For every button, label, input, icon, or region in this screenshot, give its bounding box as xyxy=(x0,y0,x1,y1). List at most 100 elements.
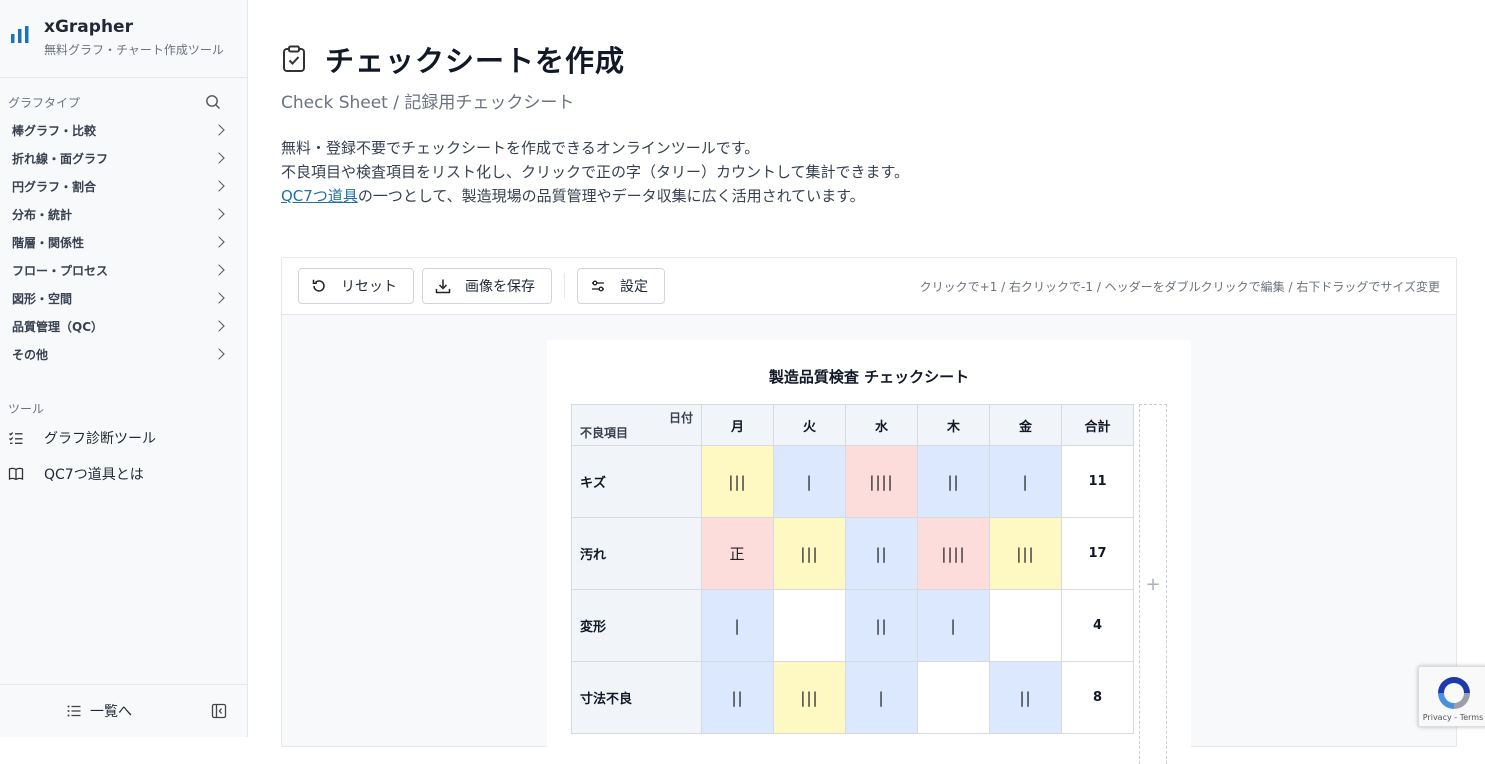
qc7-tools-link[interactable]: QC7つ道具 xyxy=(281,187,358,205)
recaptcha-icon xyxy=(1438,677,1470,709)
total-header: 合計 xyxy=(1061,404,1134,446)
add-column-button[interactable]: + xyxy=(1139,404,1167,764)
toolbar: リセット 画像を保存 設定 クリックで+1 / 右クリックで-1 / ヘッダーを… xyxy=(282,258,1456,315)
page-title: チェックシートを作成 xyxy=(325,44,626,78)
chevron-right-icon xyxy=(213,236,225,248)
corner-item-label: 不良項目 xyxy=(580,426,629,440)
tally-cell[interactable]: || xyxy=(845,589,918,662)
tally-cell[interactable]: | xyxy=(989,445,1062,518)
row-total: 17 xyxy=(1061,517,1134,590)
description-line: 無料・登録不要でチェックシートを作成できるオンラインツールです。 xyxy=(281,139,760,157)
description-line: 不良項目や検査項目をリスト化し、クリックで正の字（タリー）カウントして集計できま… xyxy=(281,163,910,181)
sidebar-item-label: その他 xyxy=(12,347,49,362)
sheet-title[interactable]: 製造品質検査 チェックシート xyxy=(547,366,1191,387)
reset-label: リセット xyxy=(341,279,397,295)
sidebar-collapse-icon[interactable] xyxy=(211,703,227,719)
search-icon[interactable] xyxy=(205,94,221,110)
sidebar-item-label: 品質管理（QC） xyxy=(12,319,104,334)
tally-cell[interactable] xyxy=(989,589,1062,662)
tally-cell[interactable]: |||| xyxy=(845,445,918,518)
tally-cell[interactable]: | xyxy=(773,445,846,518)
sidebar-item-qc[interactable]: 品質管理（QC） xyxy=(0,312,247,340)
recaptcha-badge[interactable]: Privacy - Terms xyxy=(1418,666,1485,727)
table-row: キズ ||| | |||| || | 11 xyxy=(571,445,1134,518)
tool-label: グラフ診断ツール xyxy=(44,431,156,447)
tally-cell[interactable]: ||| xyxy=(701,445,774,518)
sidebar-footer: 一覧へ xyxy=(0,684,247,737)
tally-cell[interactable]: 正 xyxy=(701,517,774,590)
row-total: 4 xyxy=(1061,589,1134,662)
row-label[interactable]: 汚れ xyxy=(571,517,702,590)
row-label[interactable]: キズ xyxy=(571,445,702,518)
sidebar-item-pie[interactable]: 円グラフ・割合 xyxy=(0,172,247,200)
chevron-right-icon xyxy=(213,152,225,164)
tally-cell[interactable]: | xyxy=(845,661,918,734)
day-header[interactable]: 木 xyxy=(917,404,990,446)
sidebar-item-line[interactable]: 折れ線・面グラフ xyxy=(0,144,247,172)
graph-type-header: グラフタイプ xyxy=(0,92,247,112)
tally-cell[interactable]: | xyxy=(701,589,774,662)
tally-cell[interactable] xyxy=(917,661,990,734)
tally-cell[interactable]: || xyxy=(701,661,774,734)
back-to-list-label: 一覧へ xyxy=(90,704,132,720)
tool-label: QC7つ道具とは xyxy=(44,467,144,483)
sidebar-item-other[interactable]: その他 xyxy=(0,340,247,368)
tally-cell[interactable]: |||| xyxy=(917,517,990,590)
sidebar-item-distribution[interactable]: 分布・統計 xyxy=(0,200,247,228)
save-image-button[interactable]: 画像を保存 xyxy=(422,268,552,304)
tally-cell[interactable]: || xyxy=(845,517,918,590)
main-content: チェックシートを作成 Check Sheet / 記録用チェックシート 無料・登… xyxy=(249,0,1485,764)
tally-cell[interactable]: || xyxy=(917,445,990,518)
brand[interactable]: xGrapher 無料グラフ・チャート作成ツール xyxy=(0,0,247,78)
day-header[interactable]: 金 xyxy=(989,404,1062,446)
back-to-list-button[interactable]: 一覧へ xyxy=(66,701,132,721)
check-sheet-card: 製造品質検査 チェックシート 日付 不良項目 月 火 水 木 金 合計 キズ |… xyxy=(547,340,1191,764)
brand-title: xGrapher xyxy=(44,17,133,37)
row-label[interactable]: 変形 xyxy=(571,589,702,662)
sidebar-item-bar[interactable]: 棒グラフ・比較 xyxy=(0,116,247,144)
download-icon xyxy=(435,279,451,294)
settings-label: 設定 xyxy=(620,279,648,295)
tally-cell[interactable]: ||| xyxy=(989,517,1062,590)
sidebar-item-hierarchy[interactable]: 階層・関係性 xyxy=(0,228,247,256)
day-header[interactable]: 月 xyxy=(701,404,774,446)
editor-panel: リセット 画像を保存 設定 クリックで+1 / 右クリックで-1 / ヘッダーを… xyxy=(281,257,1457,764)
sidebar-item-flow[interactable]: フロー・プロセス xyxy=(0,256,247,284)
description-line: QC7つ道具の一つとして、製造現場の品質管理やデータ収集に広く活用されています。 xyxy=(281,184,909,208)
page-description: 無料・登録不要でチェックシートを作成できるオンラインツールです。 不良項目や検査… xyxy=(281,136,909,208)
tally-cell[interactable] xyxy=(773,589,846,662)
tally-cell[interactable]: ||| xyxy=(773,517,846,590)
row-label[interactable]: 寸法不良 xyxy=(571,661,702,734)
page-subtitle: Check Sheet / 記録用チェックシート xyxy=(281,93,575,113)
clipboard-check-icon xyxy=(283,45,305,72)
bar-chart-logo-icon xyxy=(11,26,29,43)
day-header[interactable]: 水 xyxy=(845,404,918,446)
chevron-right-icon xyxy=(213,124,225,136)
day-header[interactable]: 火 xyxy=(773,404,846,446)
table-row: 変形 | || | 4 xyxy=(571,589,1134,662)
book-icon xyxy=(8,467,24,481)
tally-cell[interactable]: || xyxy=(989,661,1062,734)
sidebar-item-label: 階層・関係性 xyxy=(12,235,85,250)
sidebar-item-diagnosis-tool[interactable]: グラフ診断ツール xyxy=(0,420,247,456)
sidebar: xGrapher 無料グラフ・チャート作成ツール グラフタイプ 棒グラフ・比較 … xyxy=(0,0,248,737)
sidebar-item-shape[interactable]: 図形・空間 xyxy=(0,284,247,312)
sidebar-item-label: 折れ線・面グラフ xyxy=(12,151,109,166)
reset-button[interactable]: リセット xyxy=(298,268,414,304)
chevron-right-icon xyxy=(213,180,225,192)
usage-hint: クリックで+1 / 右クリックで-1 / ヘッダーをダブルクリックで編集 / 右… xyxy=(919,279,1440,294)
chevron-right-icon xyxy=(213,320,225,332)
tally-cell[interactable]: | xyxy=(917,589,990,662)
chevron-right-icon xyxy=(213,292,225,304)
list-check-icon xyxy=(9,432,23,444)
description-text: の一つとして、製造現場の品質管理やデータ収集に広く活用されています。 xyxy=(357,187,865,205)
corner-date-label: 日付 xyxy=(668,411,693,425)
table-row: 汚れ 正 ||| || |||| ||| 17 xyxy=(571,517,1134,590)
tally-cell[interactable]: ||| xyxy=(773,661,846,734)
chevron-right-icon xyxy=(213,264,225,276)
check-sheet-table: 日付 不良項目 月 火 水 木 金 合計 キズ ||| | |||| || | … xyxy=(571,404,1134,734)
brand-subtitle: 無料グラフ・チャート作成ツール xyxy=(44,43,224,57)
settings-button[interactable]: 設定 xyxy=(577,268,665,304)
sidebar-item-label: フロー・プロセス xyxy=(12,263,109,278)
sidebar-item-qc7-guide[interactable]: QC7つ道具とは xyxy=(0,456,247,492)
